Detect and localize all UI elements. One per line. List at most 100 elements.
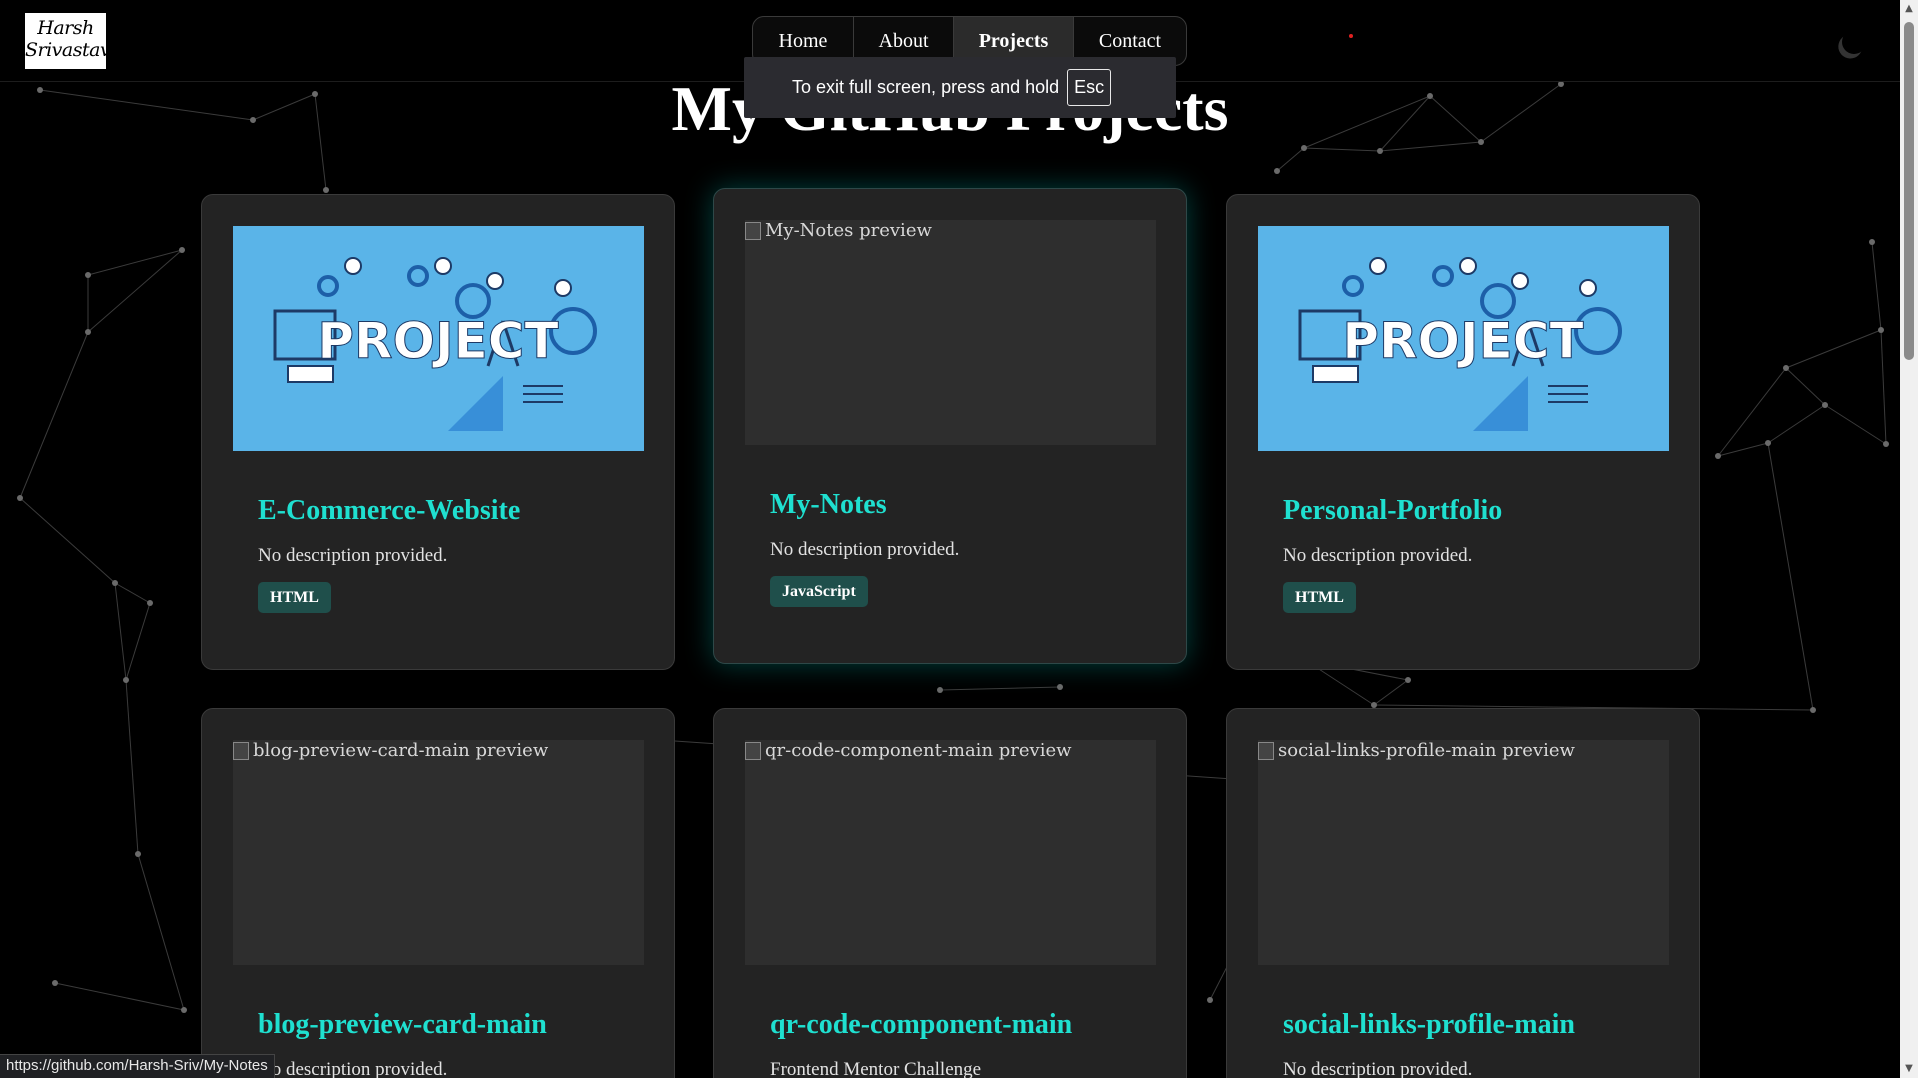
network-node (1810, 707, 1816, 713)
network-node (1878, 327, 1884, 333)
project-card[interactable]: PROJECT E-Commerce-Website No descriptio… (201, 194, 675, 670)
network-node (112, 580, 118, 586)
network-node (123, 677, 129, 683)
network-node (1765, 440, 1771, 446)
project-title[interactable]: social-links-profile-main (1283, 1009, 1575, 1041)
project-image: blog-preview-card-main preview (233, 740, 644, 965)
ruler-icon (1473, 376, 1528, 431)
network-line (114, 582, 127, 681)
network-node (1057, 684, 1063, 690)
project-image-text: PROJECT (1342, 312, 1583, 370)
page-scrollbar[interactable]: ▲ ▼ (1900, 0, 1918, 1078)
lightbulb-icon (486, 272, 504, 290)
network-node (181, 1007, 187, 1013)
network-node (937, 687, 943, 693)
project-title[interactable]: qr-code-component-main (770, 1009, 1072, 1041)
project-image-text: PROJECT (317, 312, 558, 370)
moon-icon[interactable] (1839, 27, 1870, 58)
project-card[interactable]: social-links-profile-main preview social… (1226, 708, 1700, 1078)
network-line (54, 982, 185, 1011)
network-node (179, 247, 185, 253)
project-description: No description provided. (770, 539, 960, 560)
network-line (125, 602, 151, 681)
fullscreen-exit-toast: To exit full screen, press and hold Esc (744, 57, 1176, 118)
network-node (85, 272, 91, 278)
network-line (125, 679, 139, 855)
network-line (1871, 241, 1882, 331)
lightbulb-icon (1511, 272, 1529, 290)
network-node (1869, 239, 1875, 245)
project-title[interactable]: blog-preview-card-main (258, 1009, 547, 1041)
toast-message: To exit full screen, press and hold (792, 77, 1060, 97)
image-alt-text: social-links-profile-main preview (1278, 740, 1575, 761)
network-line (1373, 679, 1409, 706)
network-node (1715, 453, 1721, 459)
logo[interactable]: Harsh Srivastava (25, 13, 122, 69)
project-image: PROJECT (1258, 226, 1669, 451)
network-line (1717, 367, 1787, 457)
project-title[interactable]: E-Commerce-Website (258, 495, 520, 527)
scroll-up-arrow-icon[interactable]: ▲ (1900, 0, 1918, 18)
project-description: Frontend Mentor Challenge (770, 1059, 982, 1078)
scroll-down-arrow-icon[interactable]: ▼ (1900, 1060, 1918, 1078)
lightbulb-icon (1459, 257, 1477, 275)
project-title[interactable]: Personal-Portfolio (1283, 495, 1502, 527)
network-line (19, 497, 116, 584)
project-card[interactable]: PROJECT Personal-Portfolio No descriptio… (1226, 194, 1700, 670)
project-image: qr-code-component-main preview (745, 740, 1156, 965)
project-image: PROJECT (233, 226, 644, 451)
network-node (1377, 148, 1383, 154)
project-card[interactable]: My-Notes preview My-Notes No description… (713, 188, 1187, 664)
network-node (17, 495, 23, 501)
esc-key-badge: Esc (1067, 69, 1112, 106)
language-tag: HTML (258, 582, 331, 613)
network-line (939, 686, 1061, 691)
image-alt-text: My-Notes preview (765, 220, 932, 241)
network-node (52, 980, 58, 986)
project-illustration: PROJECT (273, 257, 597, 431)
network-node (1822, 402, 1828, 408)
link-status-url: https://github.com/Harsh-Sriv/My-Notes (0, 1054, 275, 1078)
network-line (19, 331, 89, 499)
ruler-icon (448, 376, 503, 431)
network-line (137, 853, 185, 1011)
network-line (1767, 442, 1814, 711)
project-card[interactable]: qr-code-component-main preview qr-code-c… (713, 708, 1187, 1078)
network-line (114, 582, 151, 604)
network-line (1717, 442, 1769, 457)
network-line (1880, 329, 1887, 445)
project-illustration: PROJECT (1298, 257, 1622, 431)
lightbulb-icon (1369, 257, 1387, 275)
project-image: My-Notes preview (745, 220, 1156, 445)
logo-line-1: Harsh (37, 17, 94, 39)
network-node (147, 600, 153, 606)
red-dot (1349, 34, 1353, 38)
network-node (1274, 168, 1280, 174)
network-line (1785, 367, 1826, 406)
language-tag: HTML (1283, 582, 1356, 613)
project-card[interactable]: blog-preview-card-main preview blog-prev… (201, 708, 675, 1078)
project-description: No description provided. (258, 545, 448, 566)
project-description: No description provided. (1283, 1059, 1473, 1078)
project-title[interactable]: My-Notes (770, 489, 887, 521)
project-image: social-links-profile-main preview (1258, 740, 1669, 965)
language-tag: JavaScript (770, 576, 868, 607)
network-line (1767, 404, 1826, 444)
network-line (1303, 147, 1381, 152)
network-node (323, 187, 329, 193)
gear-icon (317, 275, 339, 297)
scroll-thumb[interactable] (1904, 22, 1914, 360)
lightbulb-icon (434, 257, 452, 275)
network-line (1276, 147, 1305, 172)
network-node (1783, 365, 1789, 371)
network-node (135, 851, 141, 857)
lightbulb-icon (1579, 279, 1597, 297)
network-line (1824, 404, 1887, 445)
network-node (1405, 677, 1411, 683)
network-node (1207, 997, 1213, 1003)
image-alt-text: qr-code-component-main preview (765, 740, 1072, 761)
gear-icon (407, 265, 429, 287)
gear-icon (1342, 275, 1364, 297)
lightbulb-icon (344, 257, 362, 275)
logo-line-2: Srivastava (25, 39, 122, 61)
